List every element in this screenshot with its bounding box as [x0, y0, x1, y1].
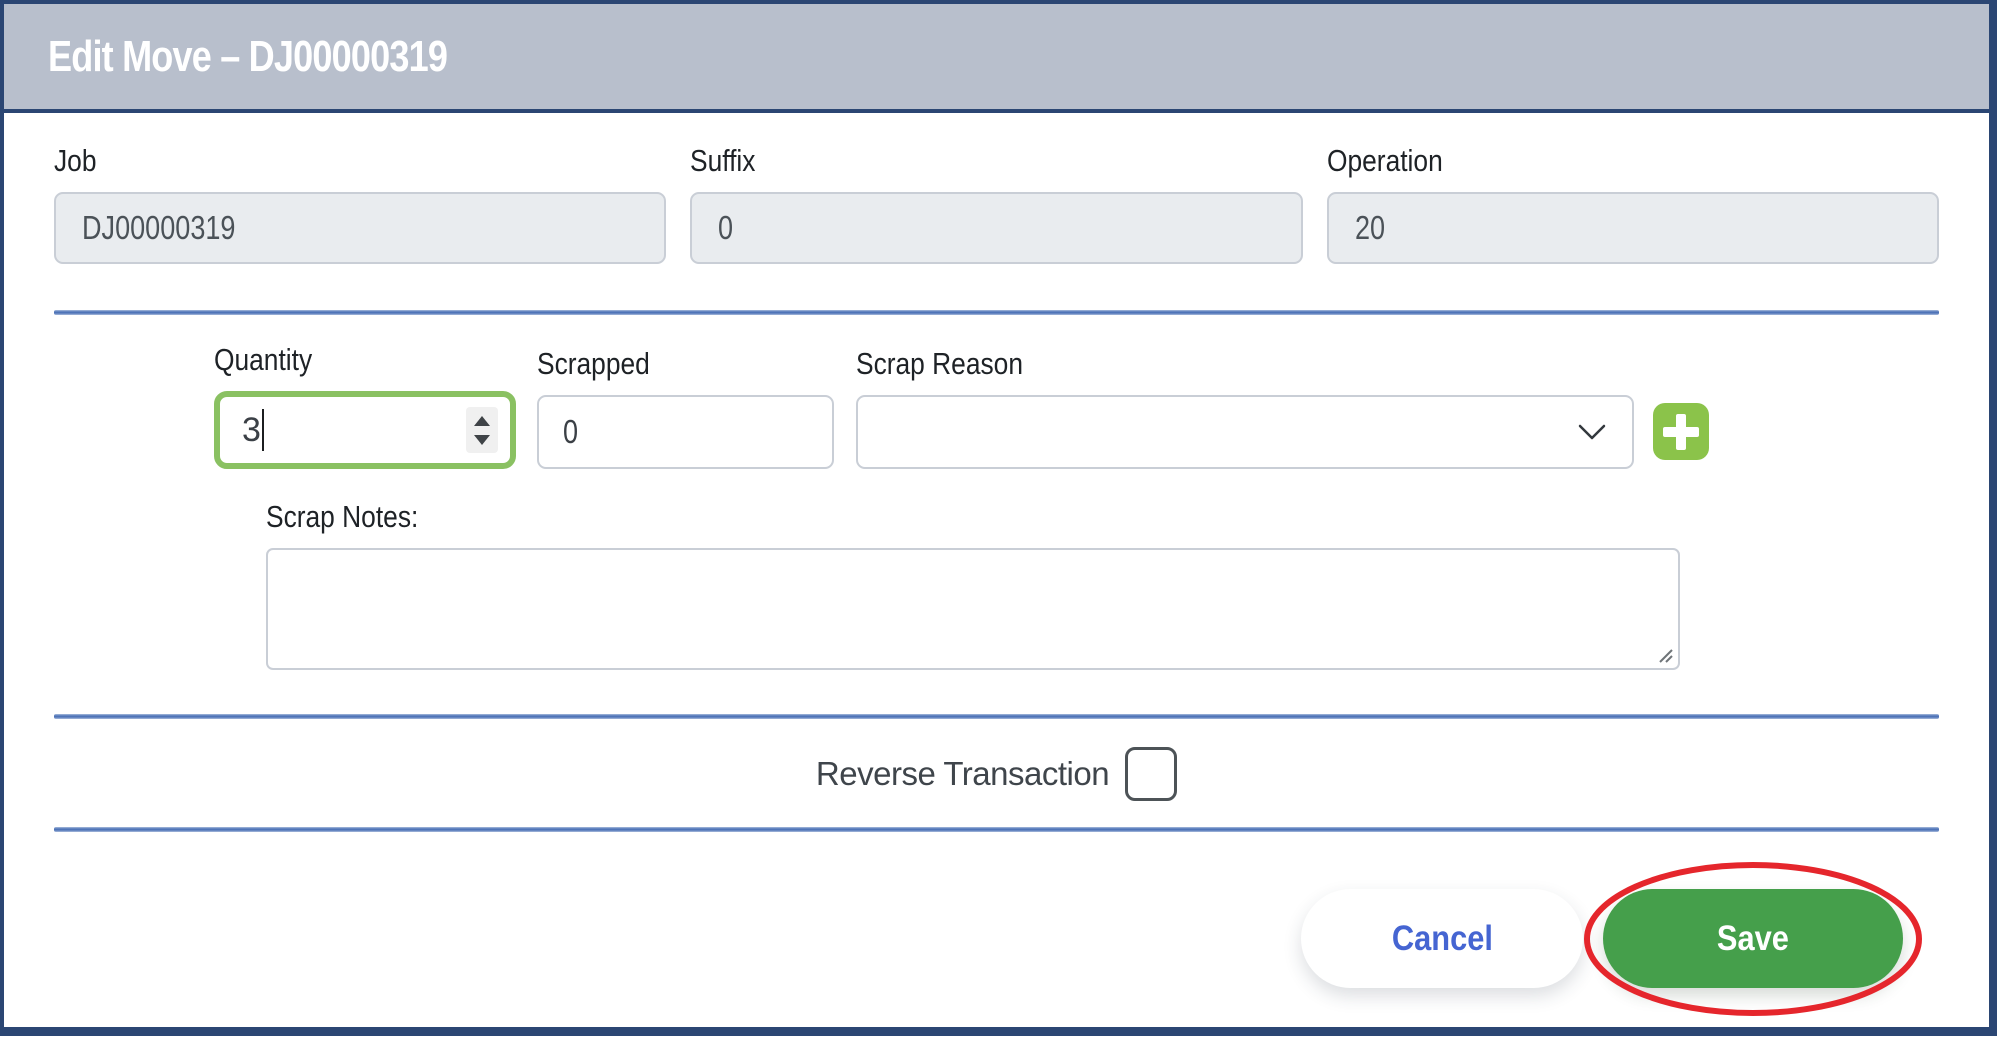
- scrapped-field-group: Scrapped 0: [537, 346, 834, 469]
- operation-field: 20: [1327, 192, 1939, 264]
- scrap-reason-label: Scrap Reason: [856, 346, 1634, 382]
- suffix-value: 0: [718, 209, 733, 247]
- edit-move-dialog: Edit Move – DJ00000319 Job DJ00000319 Su…: [0, 0, 1997, 1036]
- reverse-transaction-checkbox[interactable]: [1125, 747, 1177, 801]
- section-divider: [54, 310, 1939, 315]
- screen: Edit Move – DJ00000319 Job DJ00000319 Su…: [0, 0, 2000, 1042]
- section-divider: [54, 827, 1939, 832]
- dialog-title: Edit Move – DJ00000319: [48, 32, 447, 82]
- quantity-stepper[interactable]: [466, 407, 498, 453]
- operation-field-group: Operation 20: [1327, 143, 1939, 264]
- job-label: Job: [54, 143, 666, 179]
- quantity-value: 3: [242, 411, 261, 450]
- reverse-transaction-row: Reverse Transaction: [54, 746, 1939, 802]
- scrap-reason-field-group: Scrap Reason: [856, 346, 1634, 469]
- section-divider: [54, 714, 1939, 719]
- readonly-fields-row: Job DJ00000319 Suffix 0 Operation 20: [54, 143, 1939, 264]
- suffix-field: 0: [690, 192, 1302, 264]
- operation-label: Operation: [1327, 143, 1939, 179]
- quantity-field-group: Quantity 3: [214, 342, 516, 469]
- quantity-row: Quantity 3 Scrapped: [214, 342, 1939, 469]
- resize-handle-icon[interactable]: [1654, 644, 1674, 664]
- dialog-body: Job DJ00000319 Suffix 0 Operation 20: [4, 143, 1989, 988]
- suffix-label: Suffix: [690, 143, 1302, 179]
- cancel-button-label: Cancel: [1391, 919, 1492, 959]
- scrap-reason-select[interactable]: [856, 395, 1634, 469]
- quantity-section: Quantity 3 Scrapped: [54, 342, 1939, 670]
- operation-value: 20: [1355, 209, 1385, 247]
- quantity-label: Quantity: [214, 342, 516, 378]
- save-button-label: Save: [1717, 919, 1789, 959]
- save-button[interactable]: Save: [1603, 889, 1903, 988]
- job-value: DJ00000319: [82, 209, 235, 247]
- save-button-wrapper: Save: [1603, 889, 1903, 988]
- plus-icon: [1676, 414, 1686, 450]
- dialog-footer: Cancel Save: [54, 889, 1939, 988]
- scrapped-input[interactable]: 0: [537, 395, 834, 469]
- scrapped-value: 0: [563, 413, 578, 451]
- scrapped-label: Scrapped: [537, 346, 834, 382]
- suffix-field-group: Suffix 0: [690, 143, 1302, 264]
- spinner-down-icon[interactable]: [474, 435, 490, 445]
- spinner-up-icon[interactable]: [474, 416, 490, 426]
- chevron-down-icon: [1578, 424, 1606, 440]
- job-field-group: Job DJ00000319: [54, 143, 666, 264]
- dialog-header: Edit Move – DJ00000319: [4, 4, 1989, 113]
- quantity-input[interactable]: 3: [214, 391, 516, 469]
- job-field: DJ00000319: [54, 192, 666, 264]
- scrap-notes-label: Scrap Notes:: [266, 499, 1939, 535]
- add-scrap-reason-button[interactable]: [1653, 403, 1709, 460]
- text-cursor: [262, 409, 264, 451]
- cancel-button[interactable]: Cancel: [1301, 889, 1583, 988]
- scrap-notes-textarea[interactable]: [266, 548, 1680, 670]
- reverse-transaction-label: Reverse Transaction: [816, 755, 1109, 793]
